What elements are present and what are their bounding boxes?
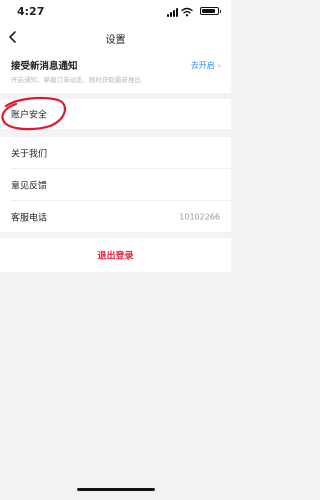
chevron-right-icon: › [217,61,221,70]
account-security-row[interactable]: 账户安全 [0,99,231,129]
feedback-label: 意见反馈 [11,181,48,192]
notification-subtitle: 开启通知，掌握订单动态，随时获取最新推出 [11,76,141,84]
service-phone-row[interactable]: 客服电话 10102266 [0,201,231,232]
notification-setting-row[interactable]: 接受新消息通知 开启通知，掌握订单动态，随时获取最新推出 去开启 › [0,50,231,93]
wifi-icon [181,7,193,17]
service-phone-value: 10102266 [179,212,220,221]
service-phone-label: 客服电话 [11,213,48,223]
navigation-bar: 设置 [0,24,231,50]
logout-button[interactable]: 退出登录 [0,238,231,272]
battery-icon [200,7,221,15]
status-bar: 4:27 [0,0,231,24]
signal-icon [167,8,181,17]
feedback-row[interactable]: 意见反馈 [0,169,231,201]
about-us-label: 关于我们 [11,149,48,160]
notification-title: 接受新消息通知 [11,61,78,72]
logout-label: 退出登录 [97,251,134,262]
page-title: 设置 [105,35,126,46]
home-indicator [77,488,155,491]
status-time: 4:27 [17,5,45,18]
enable-notification-label: 去开启 [190,61,215,70]
about-us-row[interactable]: 关于我们 [0,137,231,169]
status-icons [159,7,221,17]
account-security-label: 账户安全 [11,110,48,121]
enable-notification-link[interactable]: 去开启 › [191,60,221,71]
